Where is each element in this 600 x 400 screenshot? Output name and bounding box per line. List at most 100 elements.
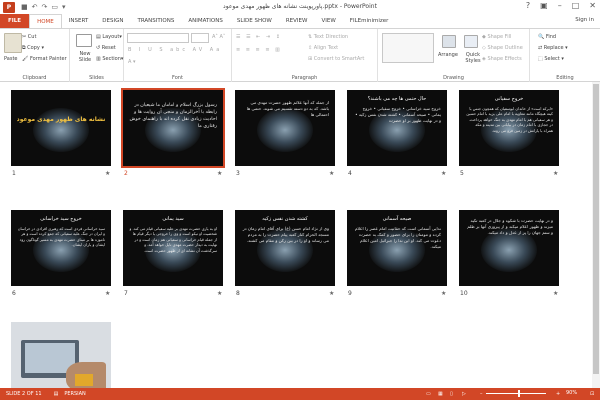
slide-thumbnail[interactable]: از جمله که آنها علائم ظهور حضرت مهدی می … — [235, 90, 335, 166]
slide-number: 2 — [124, 170, 128, 177]
slide-title: سید یمانی — [162, 216, 184, 222]
find-button[interactable]: 🔍 Find — [538, 34, 556, 40]
editing-group: 🔍 Find ⇄ Replace ▾ ⬚ Select ▾ Editing — [530, 29, 600, 82]
tab-animations[interactable]: ANIMATIONS — [181, 14, 230, 28]
paste-button[interactable]: Paste — [4, 56, 18, 62]
ribbon-display-options-icon[interactable]: ▣ — [540, 1, 548, 10]
spell-check-icon[interactable]: ▤ — [54, 391, 59, 397]
animation-star-icon[interactable]: ★ — [329, 290, 334, 297]
text-direction-label: Text Direction — [313, 34, 349, 40]
slide-number: 9 — [348, 290, 352, 297]
reset-label: Reset — [101, 45, 116, 51]
tab-view[interactable]: VIEW — [314, 14, 342, 28]
slide-thumbnail-selected[interactable]: رسول بزرگ اسلام و امامان ما شیعیان در را… — [121, 88, 225, 168]
font-name-box[interactable] — [127, 33, 189, 43]
arrange-button[interactable]: Arrange — [438, 52, 458, 58]
cut-label: Cut — [27, 34, 37, 40]
animation-star-icon[interactable]: ★ — [217, 290, 222, 297]
tab-file[interactable]: FILE — [0, 14, 30, 28]
list-buttons[interactable]: ☰ ☰ ⇤ ⇥ ↕ — [236, 34, 282, 40]
tab-fileminimizer[interactable]: FILEminimizer — [343, 14, 396, 28]
tab-slide-show[interactable]: SLIDE SHOW — [230, 14, 279, 28]
shape-effects-button[interactable]: ◈ Shape Effects — [482, 56, 522, 62]
slide-title: حال حتمی ها چه می باشند؟ — [367, 96, 427, 102]
slide-sorter-view-icon[interactable]: ▦ — [438, 391, 443, 397]
quick-styles-icon[interactable] — [464, 35, 478, 48]
new-slide-button[interactable]: New Slide — [73, 51, 97, 63]
slide-thumbnail[interactable]: کشته شدن نفس زکیه وی از نژاد امام حسن (ع… — [235, 210, 335, 286]
animation-star-icon[interactable]: ★ — [217, 170, 222, 177]
slide-number: 4 — [348, 170, 352, 177]
slide-thumbnail[interactable]: نشانه های ظهور مهدی موعود — [11, 90, 111, 166]
language-indicator[interactable]: PERSIAN — [64, 391, 85, 397]
slide-show-icon[interactable]: ▷ — [462, 391, 466, 397]
section-button[interactable]: ▥ Section▾ — [96, 56, 123, 62]
slide-number: 8 — [236, 290, 240, 297]
copy-button[interactable]: ⧉ Copy ▾ — [22, 45, 44, 51]
tab-home[interactable]: HOME — [29, 14, 62, 28]
logo-badge-image — [75, 374, 93, 386]
quick-styles-button[interactable]: Quick Styles — [462, 52, 484, 64]
slide-thumbnail[interactable]: حال حتمی ها چه می باشند؟ خروج سید خراسان… — [347, 90, 447, 166]
title-bar: P ■ ↶ ↷ ▭ ▾ پاورپوینت نشانه های ظهور مهد… — [0, 0, 600, 14]
zoom-out-icon[interactable]: – — [480, 391, 483, 397]
font-grow-shrink[interactable]: A˄ A˅ — [212, 34, 225, 40]
maximize-icon[interactable]: □ — [572, 1, 580, 10]
paste-icon[interactable] — [4, 33, 22, 53]
sign-in-link[interactable]: Sign in — [575, 17, 594, 23]
animation-star-icon[interactable]: ★ — [441, 290, 446, 297]
font-color-button[interactable]: A ▾ — [128, 59, 136, 65]
arrange-icon[interactable] — [442, 35, 456, 48]
zoom-slider[interactable] — [486, 393, 546, 394]
new-slide-icon[interactable] — [76, 34, 92, 47]
ribbon-home: Paste ✂ Cut ⧉ Copy ▾ 🖌 Format Painter Cl… — [0, 28, 600, 82]
slides-label: Slides — [89, 75, 104, 81]
drawing-label: Drawing — [443, 75, 464, 81]
slide-thumbnail[interactable]: و در نهایت حضرت با شکوه و جلال در کعبه ت… — [459, 210, 559, 286]
tab-review[interactable]: REVIEW — [279, 14, 315, 28]
window-title: پاورپوینت نشانه های ظهور مهدی موعود.pptx… — [223, 3, 377, 10]
zoom-in-icon[interactable]: + — [556, 391, 560, 397]
animation-star-icon[interactable]: ★ — [553, 170, 558, 177]
slide-number: 7 — [124, 290, 128, 297]
layout-button[interactable]: ▤ Layout▾ — [96, 34, 122, 40]
cut-button[interactable]: ✂ Cut — [22, 34, 36, 40]
tab-design[interactable]: DESIGN — [95, 14, 130, 28]
replace-button[interactable]: ⇄ Replace ▾ — [538, 45, 568, 51]
convert-smartart-button[interactable]: ⊞ Convert to SmartArt — [308, 56, 364, 62]
close-icon[interactable]: ✕ — [589, 1, 596, 10]
vertical-scrollbar[interactable] — [592, 82, 600, 388]
shapes-gallery[interactable] — [382, 33, 434, 63]
select-button[interactable]: ⬚ Select ▾ — [538, 56, 564, 62]
shape-fill-button[interactable]: ◆ Shape Fill — [482, 34, 511, 40]
slide-thumbnail[interactable] — [11, 322, 111, 398]
shape-outline-button[interactable]: ◇ Shape Outline — [482, 45, 523, 51]
reset-button[interactable]: ↺ Reset — [96, 45, 116, 51]
normal-view-icon[interactable]: ▭ — [426, 391, 431, 397]
slide-thumbnail[interactable]: سید یمانی او به یاری حضرت مهدی بر علیه س… — [123, 210, 223, 286]
animation-star-icon[interactable]: ★ — [105, 170, 110, 177]
zoom-level[interactable]: 90% — [566, 390, 577, 396]
font-style-buttons[interactable]: B I U S abc AV Aa — [128, 47, 222, 53]
minimize-icon[interactable]: – — [558, 1, 562, 10]
animation-star-icon[interactable]: ★ — [553, 290, 558, 297]
reading-view-icon[interactable]: ▯ — [450, 391, 453, 397]
animation-star-icon[interactable]: ★ — [329, 170, 334, 177]
text-direction-button[interactable]: ⇅ Text Direction — [308, 34, 348, 40]
slide-thumbnail[interactable]: خروج سفیانی «ابرکه است» از خاندان ابوسفی… — [459, 90, 559, 166]
align-text-button[interactable]: ⇳ Align Text — [308, 45, 338, 51]
align-buttons[interactable]: ≡ ≡ ≡ ≡ ▥ — [236, 47, 282, 53]
zoom-slider-thumb[interactable] — [518, 390, 520, 397]
tab-transitions[interactable]: TRANSITIONS — [130, 14, 181, 28]
slide-thumbnail[interactable]: خروج سید خراسانی سید خراسانی فردی است که… — [11, 210, 111, 286]
scrollbar-thumb[interactable] — [593, 84, 599, 374]
animation-star-icon[interactable]: ★ — [105, 290, 110, 297]
slide-thumbnail[interactable]: صیحه آسمانی ندایی آسمانی است که حقانیت ا… — [347, 210, 447, 286]
section-label: Section — [102, 56, 121, 62]
fit-slide-icon[interactable]: ⊡ — [590, 391, 594, 397]
tab-insert[interactable]: INSERT — [62, 14, 95, 28]
help-icon[interactable]: ? — [526, 1, 530, 10]
format-painter-button[interactable]: 🖌 Format Painter — [22, 56, 67, 62]
animation-star-icon[interactable]: ★ — [441, 170, 446, 177]
font-size-box[interactable] — [191, 33, 209, 43]
